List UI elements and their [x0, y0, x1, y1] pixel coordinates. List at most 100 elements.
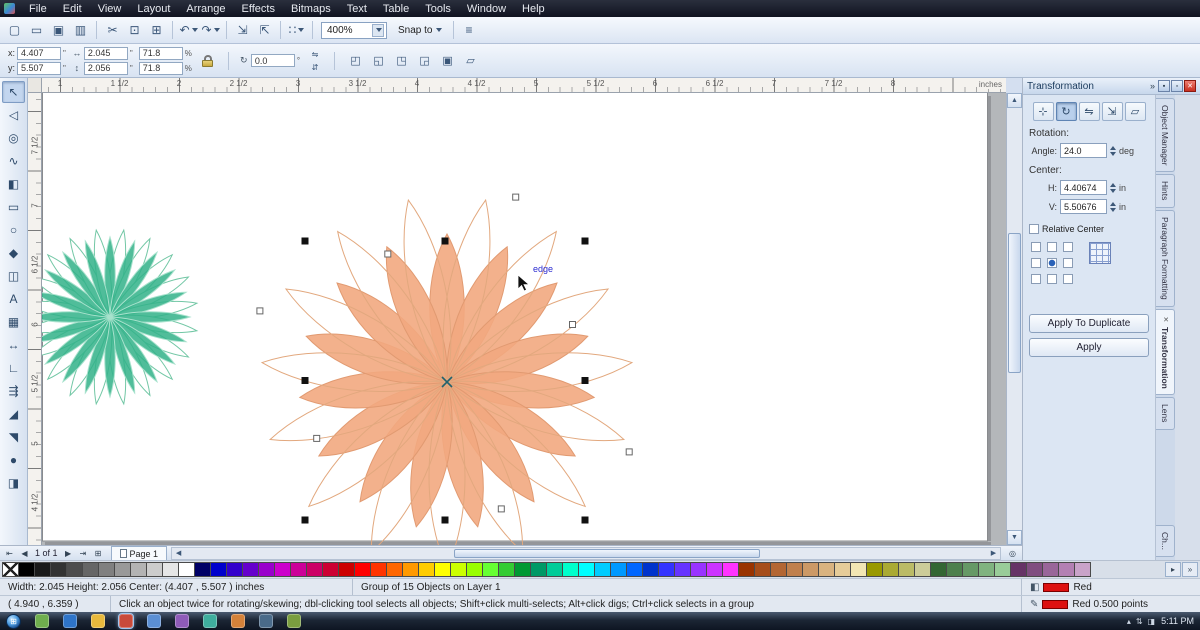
taskbar-app-2[interactable]: [63, 614, 77, 628]
color-swatch[interactable]: [130, 562, 147, 577]
drawing-canvas[interactable]: edge: [42, 93, 1006, 545]
color-swatch[interactable]: [210, 562, 227, 577]
color-swatch[interactable]: [482, 562, 499, 577]
color-swatch[interactable]: [322, 562, 339, 577]
color-swatch[interactable]: [530, 562, 547, 577]
color-swatch[interactable]: [626, 562, 643, 577]
mirror-horizontal-button[interactable]: ⇋: [306, 48, 324, 60]
menu-edit[interactable]: Edit: [55, 2, 90, 16]
scale-x-field[interactable]: 71.8: [138, 46, 183, 60]
rotation-preview-handle[interactable]: [569, 321, 576, 328]
menu-table[interactable]: Table: [375, 2, 417, 16]
vertical-scrollbar[interactable]: ▲ ▼: [1006, 93, 1022, 545]
color-swatch[interactable]: [674, 562, 691, 577]
anchor-top-left-checkbox[interactable]: [1031, 242, 1041, 252]
color-swatch[interactable]: [306, 562, 323, 577]
color-swatch[interactable]: [690, 562, 707, 577]
docker-tab-transformation[interactable]: ✕ Transformation: [1156, 308, 1175, 396]
color-swatch[interactable]: [882, 562, 899, 577]
color-swatch[interactable]: [290, 562, 307, 577]
scroll-left-button[interactable]: ◀: [172, 548, 185, 559]
color-swatch[interactable]: [98, 562, 115, 577]
angle-spinner[interactable]: [1110, 145, 1116, 156]
last-page-button[interactable]: ⇥: [76, 547, 91, 560]
paste-button[interactable]: ⊞: [146, 20, 167, 41]
color-swatch[interactable]: [354, 562, 371, 577]
color-swatch[interactable]: [1026, 562, 1043, 577]
convert-to-curves-button[interactable]: ▱: [460, 50, 481, 71]
color-swatch[interactable]: [258, 562, 275, 577]
menu-tools[interactable]: Tools: [417, 2, 459, 16]
color-swatch[interactable]: [114, 562, 131, 577]
selection-handle[interactable]: [301, 237, 309, 245]
scroll-up-button[interactable]: ▲: [1007, 93, 1022, 108]
color-swatch[interactable]: [162, 562, 179, 577]
menu-window[interactable]: Window: [459, 2, 514, 16]
outline-pen-tool[interactable]: ◥: [2, 426, 25, 448]
menu-file[interactable]: File: [21, 2, 55, 16]
to-back-button[interactable]: ▣: [437, 50, 458, 71]
taskbar-app-7[interactable]: [203, 614, 217, 628]
scale-y-field[interactable]: 71.8: [138, 61, 183, 75]
color-swatch[interactable]: [1042, 562, 1059, 577]
taskbar-app-10[interactable]: [287, 614, 301, 628]
selection-handle[interactable]: [301, 377, 309, 384]
color-swatch[interactable]: [738, 562, 755, 577]
color-swatch[interactable]: [818, 562, 835, 577]
horizontal-scrollbar[interactable]: ◀ ▶: [171, 546, 1001, 560]
color-swatch[interactable]: [786, 562, 803, 577]
application-launcher-button[interactable]: ∷: [286, 20, 307, 41]
menu-effects[interactable]: Effects: [234, 2, 283, 16]
freehand-tool[interactable]: ∿: [2, 150, 25, 172]
color-swatch[interactable]: [82, 562, 99, 577]
color-swatch[interactable]: [706, 562, 723, 577]
palette-scroll-right-button[interactable]: ▸: [1165, 562, 1181, 577]
anchor-top-center-checkbox[interactable]: [1047, 242, 1057, 252]
close-docker-button[interactable]: ✕: [1184, 80, 1196, 92]
color-swatch[interactable]: [978, 562, 995, 577]
color-swatch[interactable]: [642, 562, 659, 577]
zoom-level-combo[interactable]: 400%: [321, 21, 387, 39]
anchor-bottom-center-checkbox[interactable]: [1047, 274, 1057, 284]
ungroup-button[interactable]: ◱: [368, 50, 389, 71]
color-swatch[interactable]: [66, 562, 83, 577]
volume-icon[interactable]: ◨: [1148, 617, 1156, 626]
relative-center-checkbox[interactable]: [1029, 224, 1039, 234]
next-page-button[interactable]: ▶: [61, 547, 76, 560]
export-button[interactable]: ⇱: [254, 20, 275, 41]
color-swatch[interactable]: [194, 562, 211, 577]
color-swatch[interactable]: [466, 562, 483, 577]
options-button[interactable]: ≡: [458, 20, 479, 41]
group-button[interactable]: ◰: [345, 50, 366, 71]
shape-tool[interactable]: ◁: [2, 104, 25, 126]
selection-handle[interactable]: [581, 377, 589, 384]
print-button[interactable]: ▥: [70, 20, 91, 41]
apply-to-duplicate-button[interactable]: Apply To Duplicate: [1029, 314, 1149, 333]
docker-tab-object-manager[interactable]: Object Manager: [1156, 98, 1175, 173]
size-transform-button[interactable]: ⇲: [1101, 102, 1123, 121]
first-page-button[interactable]: ⇤: [2, 547, 17, 560]
chevron-down-icon[interactable]: [372, 23, 384, 37]
color-swatch[interactable]: [402, 562, 419, 577]
color-swatch[interactable]: [146, 562, 163, 577]
color-swatch[interactable]: [930, 562, 947, 577]
float-docker-button[interactable]: ▫: [1171, 80, 1183, 92]
rotation-preview-handle[interactable]: [384, 250, 392, 258]
new-document-button[interactable]: ▢: [4, 20, 25, 41]
mirror-vertical-button[interactable]: ⇵: [306, 61, 324, 73]
basic-shapes-tool[interactable]: ◫: [2, 265, 25, 287]
color-swatch[interactable]: [514, 562, 531, 577]
color-swatch[interactable]: [386, 562, 403, 577]
position-transform-button[interactable]: ⊹: [1032, 102, 1054, 121]
docker-tab-paragraph-formatting[interactable]: Paragraph Formatting: [1156, 209, 1175, 307]
ellipse-tool[interactable]: ○: [2, 219, 25, 241]
redo-button[interactable]: ↷: [200, 20, 221, 41]
add-page-button[interactable]: ⊞: [91, 547, 106, 560]
selection-handle[interactable]: [581, 516, 589, 524]
color-swatch[interactable]: [226, 562, 243, 577]
color-swatch[interactable]: [370, 562, 387, 577]
cut-button[interactable]: ✂: [102, 20, 123, 41]
color-swatch[interactable]: [562, 562, 579, 577]
center-v-input[interactable]: 5.50676: [1060, 199, 1107, 214]
rotation-preview-handle[interactable]: [625, 448, 633, 456]
